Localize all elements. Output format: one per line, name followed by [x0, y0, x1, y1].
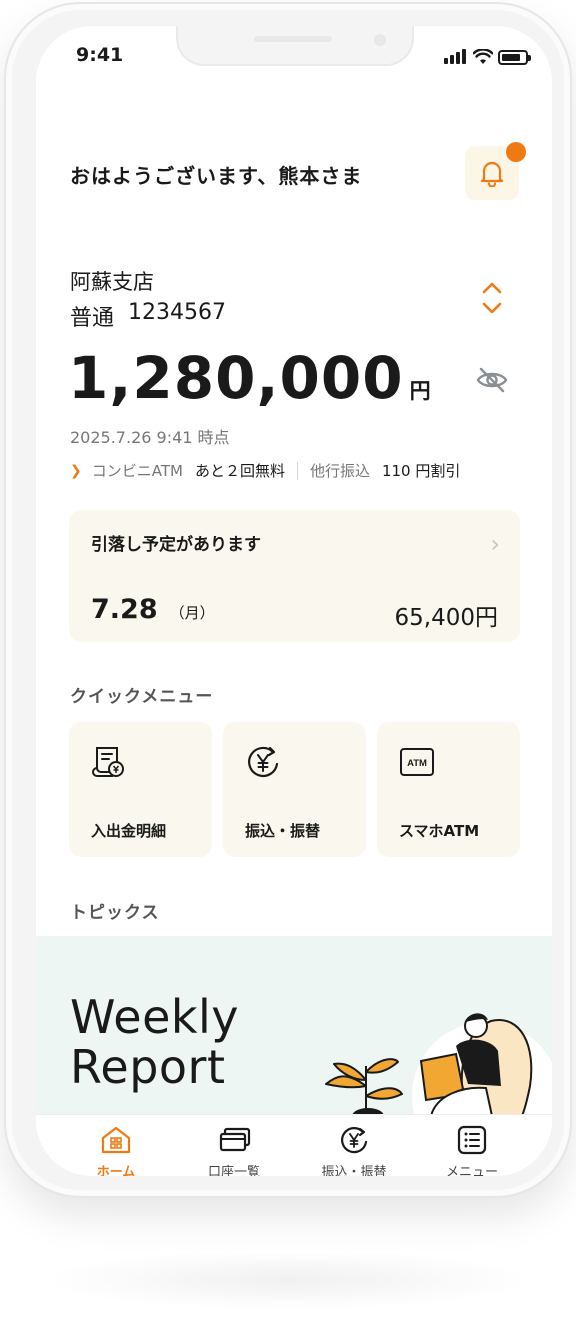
atm-benefit-value: あと２回無料	[194, 462, 285, 480]
bell-icon	[480, 161, 504, 187]
menu-list-icon	[457, 1125, 487, 1155]
branch-name: 阿蘇支店	[70, 270, 154, 294]
balance-timestamp: 2025.7.26 9:41 時点	[70, 428, 230, 447]
tab-label: ホーム	[96, 1165, 136, 1176]
chevron-right-icon: ›	[490, 530, 500, 558]
divider	[296, 461, 298, 480]
signal-bar	[450, 55, 454, 64]
tab-transfer[interactable]: 振込・振替	[304, 1125, 404, 1176]
hide-balance-eye-icon[interactable]	[476, 366, 508, 394]
device-notch	[176, 26, 414, 66]
quick-menu-label: 入出金明細	[91, 822, 167, 840]
quick-menu-label: スマホATM	[399, 822, 480, 840]
svg-text:ATM: ATM	[407, 758, 427, 769]
tab-menu[interactable]: メニュー	[422, 1125, 522, 1176]
debit-weekday: （月）	[169, 604, 215, 622]
quick-menu-label: 振込・振替	[245, 822, 321, 840]
account-balance: 1,280,000 円	[68, 344, 431, 412]
status-icons	[444, 48, 531, 66]
scheduled-debit-title: 引落し予定があります	[91, 535, 261, 555]
scheduled-debit-amount: 65,400円	[394, 605, 498, 631]
balance-amount: 1,280,000	[68, 344, 404, 412]
tab-label: 口座一覧	[207, 1165, 260, 1176]
atm-icon: ATM	[400, 748, 434, 776]
quick-menu-smartphone-atm[interactable]: ATM スマホATM	[377, 722, 520, 857]
account-number: 1234567	[128, 300, 226, 325]
signal-bar	[462, 49, 466, 64]
balance-currency: 円	[409, 379, 431, 403]
battery-icon	[498, 50, 531, 65]
signal-bar	[456, 52, 460, 64]
scheduled-debit-card[interactable]: 引落し予定があります › 7.28 （月） 65,400円	[69, 510, 520, 642]
account-number-line: 普通 1234567	[70, 300, 226, 332]
home-icon	[101, 1126, 131, 1154]
debit-date-value: 7.28	[91, 594, 158, 625]
scheduled-debit-date: 7.28 （月）	[91, 594, 215, 625]
atm-benefit-label: コンビニATM	[91, 462, 183, 480]
phone-frame: 9:41 おはようございます、熊本さま 阿蘇支店 普通 1234567 1,28…	[4, 2, 572, 1198]
tab-label: 振込・振替	[321, 1165, 387, 1176]
statement-icon	[91, 747, 124, 777]
transfer-benefit-value: 110 円割引	[381, 462, 461, 480]
bottom-tab-bar: ホーム 口座一覧 振込・振替 メニュー	[36, 1114, 552, 1176]
tab-accounts[interactable]: 口座一覧	[184, 1125, 284, 1176]
banner-title-line1: Weekly	[70, 990, 240, 1044]
yen-transfer-icon	[248, 746, 279, 778]
quick-menu-statement[interactable]: 入出金明細	[69, 722, 212, 857]
weekly-report-banner[interactable]: Weekly Report	[36, 936, 552, 1116]
speaker-grille	[254, 36, 332, 42]
front-camera	[374, 34, 386, 46]
tab-label: メニュー	[445, 1165, 498, 1176]
account-switch-icon[interactable]	[480, 280, 504, 316]
app-screen: 9:41 おはようございます、熊本さま 阿蘇支店 普通 1234567 1,28…	[36, 26, 552, 1176]
yen-transfer-icon	[341, 1127, 368, 1154]
transfer-benefit-label: 他行振込	[309, 462, 370, 480]
banner-title-line2: Report	[70, 1040, 226, 1094]
account-type: 普通	[70, 306, 115, 331]
chevron-right-icon: ❯	[70, 462, 82, 479]
quick-menu-title: クイックメニュー	[70, 687, 214, 707]
wifi-icon	[473, 49, 493, 64]
benefits-row[interactable]: ❯ コンビニATM あと２回無料 他行振込 110 円割引	[70, 460, 460, 481]
quick-menu-transfer[interactable]: 振込・振替	[223, 722, 366, 857]
topics-title: トピックス	[70, 903, 160, 923]
cards-icon	[219, 1127, 251, 1152]
banner-title: Weekly Report	[70, 992, 239, 1092]
signal-icon	[444, 58, 448, 64]
tab-home[interactable]: ホーム	[66, 1125, 166, 1176]
device-floor-shadow	[40, 1250, 536, 1310]
notification-badge	[506, 142, 526, 162]
greeting-text: おはようございます、熊本さま	[70, 164, 363, 188]
reading-person-illustration	[325, 1013, 552, 1116]
status-time: 9:41	[76, 44, 124, 66]
